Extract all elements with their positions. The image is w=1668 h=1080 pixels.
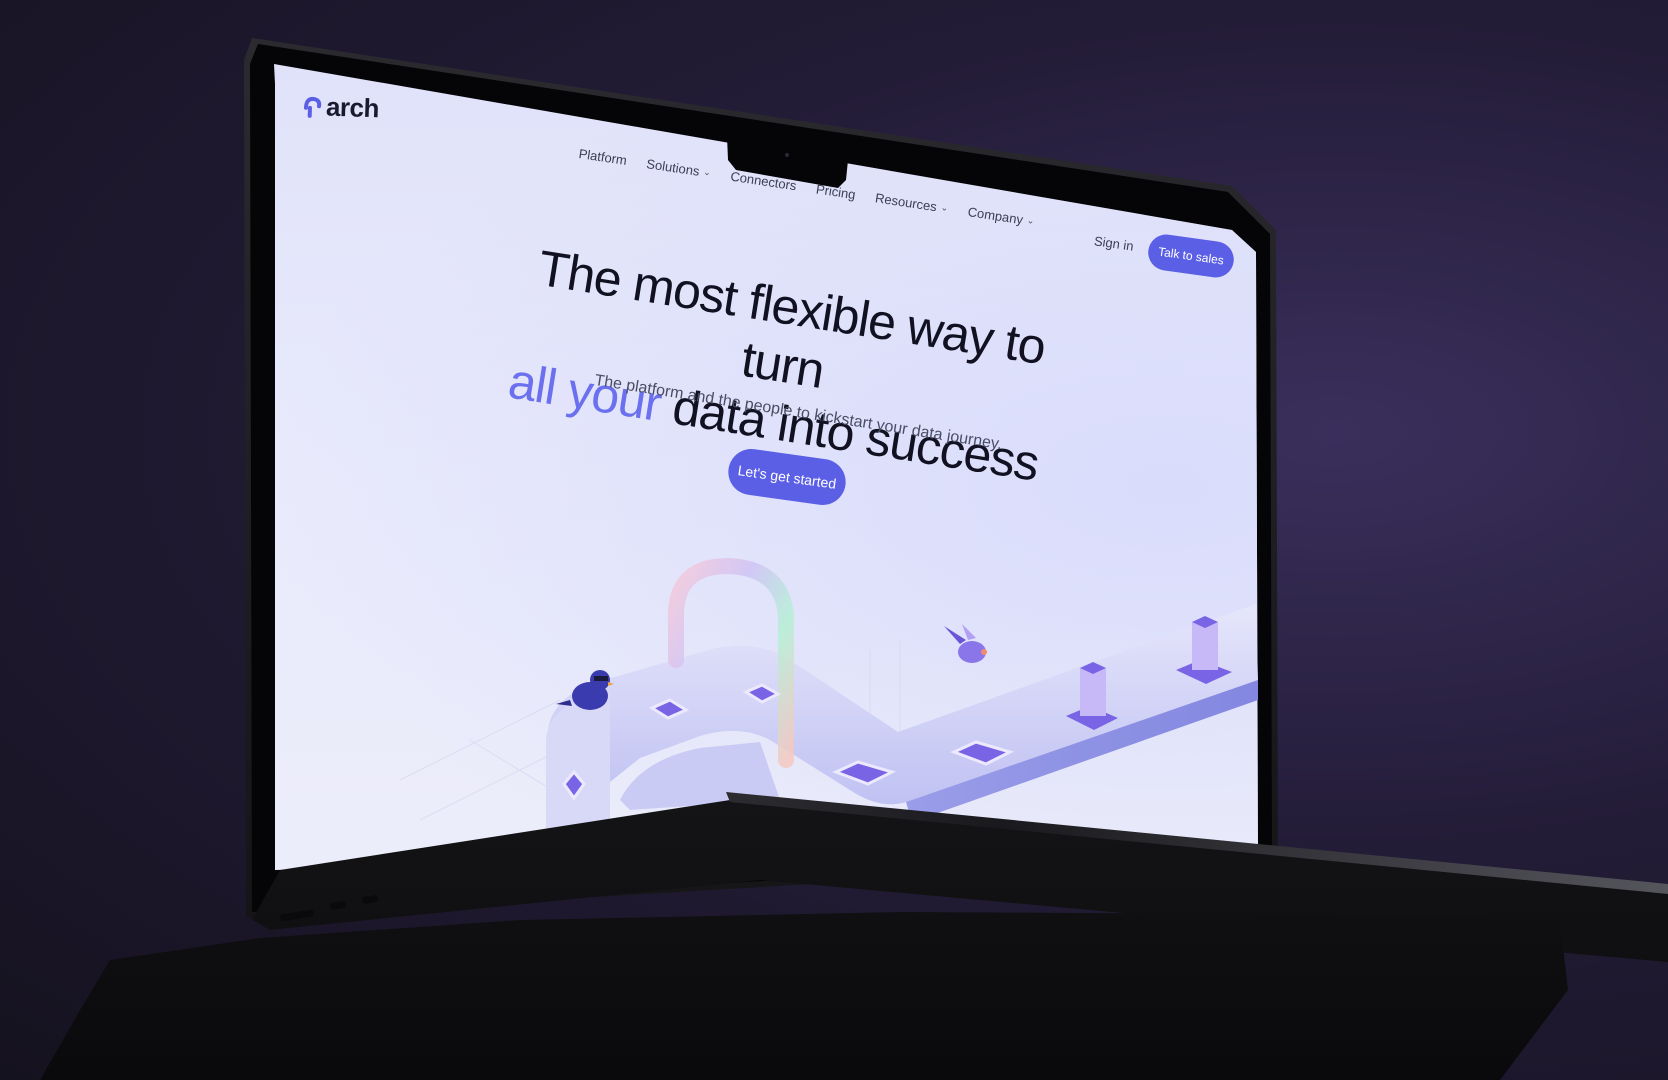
chevron-down-icon: ⌄ (1026, 214, 1036, 226)
site-logo[interactable]: arch (301, 91, 379, 125)
camera-icon (785, 153, 789, 157)
chevron-down-icon: ⌄ (702, 166, 712, 178)
logo-text: arch (325, 91, 380, 124)
chevron-down-icon: ⌄ (940, 202, 949, 214)
arch-logo-icon (303, 96, 322, 118)
